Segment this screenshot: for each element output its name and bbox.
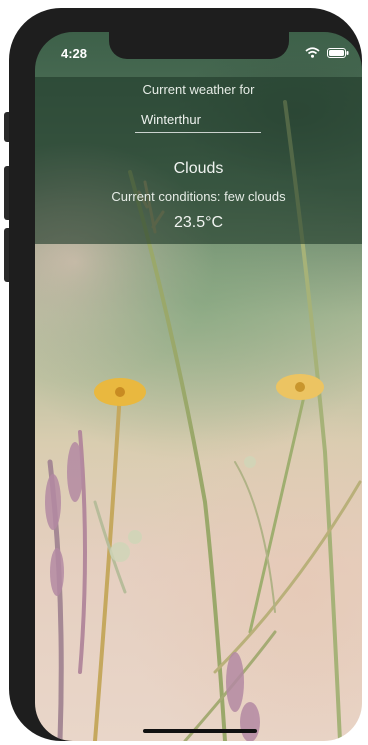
home-indicator[interactable]	[143, 729, 257, 733]
temperature-value: 23.5°C	[173, 214, 224, 231]
app-screen: 4:28 Current weather for Clouds Current …	[35, 32, 362, 741]
device-notch	[109, 32, 289, 59]
weather-panel: Current weather for Clouds Current condi…	[35, 77, 362, 244]
phone-frame: 4:28 Current weather for Clouds Current …	[9, 8, 362, 741]
battery-icon	[327, 48, 349, 58]
weather-conditions-text: Current conditions: few clouds	[111, 189, 286, 204]
city-input[interactable]	[135, 107, 261, 133]
status-time: 4:28	[61, 46, 88, 61]
wifi-icon	[305, 47, 320, 58]
weather-title: Current weather for	[142, 82, 255, 97]
status-bar: 4:28	[35, 32, 362, 77]
weather-condition: Clouds	[173, 160, 224, 177]
